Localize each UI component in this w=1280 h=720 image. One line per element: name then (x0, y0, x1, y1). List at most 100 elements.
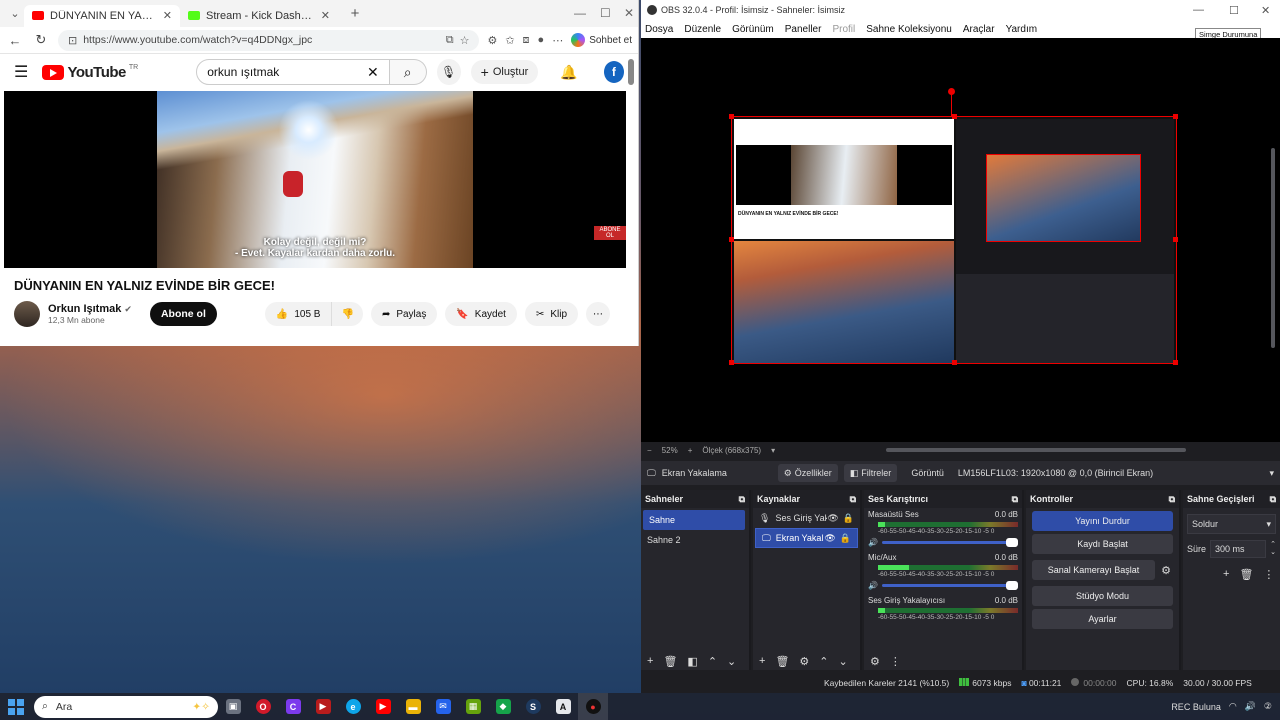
taskbar-app-edge[interactable]: e (338, 693, 368, 720)
minimize-icon[interactable]: — (1193, 4, 1204, 16)
taskbar-search[interactable]: ⌕ Ara ✦✧ (34, 695, 218, 718)
undock-icon[interactable]: ⧉ (739, 494, 745, 505)
obs-preview[interactable]: DÜNYANIN EN YALNIZ EVİNDE BİR GECE! (641, 38, 1280, 442)
taskbar-app-steam[interactable]: S (518, 693, 548, 720)
close-window-icon[interactable]: ✕ (624, 6, 634, 20)
lock-icon[interactable]: 🔒 (843, 513, 854, 524)
more-menu-icon[interactable]: ⋯ (552, 34, 563, 47)
back-icon[interactable]: ← (6, 33, 24, 48)
stop-stream-button[interactable]: Yayını Durdur (1032, 511, 1173, 531)
scene-item[interactable]: Sahne 2 (641, 530, 749, 550)
undock-icon[interactable]: ⧉ (1012, 494, 1018, 505)
display-select[interactable]: LM156LF1L03: 1920x1080 @ 0,0 (Birincil E… (951, 464, 1280, 482)
menu-view[interactable]: Görünüm (732, 24, 774, 35)
duration-input[interactable]: 300 ms (1210, 540, 1267, 558)
resize-handle[interactable] (952, 114, 957, 119)
properties-button[interactable]: ⚙ Özellikler (777, 464, 838, 482)
add-source-icon[interactable]: + (759, 655, 765, 667)
taskbar-app-capture[interactable]: A (548, 693, 578, 720)
tab-list-icon[interactable]: ⌄ (6, 5, 24, 23)
menu-file[interactable]: Dosya (645, 24, 673, 35)
move-up-icon[interactable]: ⌃ (708, 655, 717, 668)
subscribe-button[interactable]: Abone ol (149, 302, 217, 326)
start-button[interactable] (8, 698, 24, 715)
hamburger-menu-icon[interactable]: ☰ (14, 62, 32, 82)
taskbar-app-capcut[interactable]: ▶ (308, 693, 338, 720)
resize-handle[interactable] (952, 360, 957, 365)
taskbar-app-file-explorer[interactable]: ▬ (398, 693, 428, 720)
menu-docks[interactable]: Paneller (785, 24, 822, 35)
move-up-icon[interactable]: ⌃ (819, 655, 828, 668)
search-input[interactable]: orkun ışıtmak ✕ (196, 59, 390, 85)
resize-handle[interactable] (729, 360, 734, 365)
app-available-icon[interactable]: ⧉ (446, 34, 454, 47)
refresh-icon[interactable]: ↻ (32, 32, 50, 48)
save-button[interactable]: 🔖 Kaydet (445, 302, 517, 326)
tray-notification[interactable]: REC Buluna (1171, 702, 1221, 712)
scrollbar-thumb[interactable] (628, 59, 634, 85)
resize-handle[interactable] (729, 237, 734, 242)
notifications-bell-icon[interactable]: 🔔 (560, 64, 577, 81)
channel-avatar[interactable] (14, 301, 40, 327)
more-actions-button[interactable]: ⋯ (586, 302, 611, 326)
add-transition-icon[interactable]: + (1223, 568, 1229, 581)
url-field[interactable]: ⊡ https://www.youtube.com/watch?v=q4DDNg… (58, 29, 480, 51)
lock-icon[interactable]: 🔒 (840, 533, 851, 544)
channel-name[interactable]: Orkun Işıtmak ✔ (48, 303, 132, 315)
search-button[interactable]: ⌕ (389, 59, 427, 85)
undock-icon[interactable]: ⧉ (1270, 494, 1276, 505)
clip-button[interactable]: ✂ Klip (524, 302, 579, 326)
close-tab-icon[interactable]: ✕ (321, 9, 330, 22)
volume-icon[interactable]: 🔊 (1245, 701, 1256, 712)
avatar[interactable]: f (603, 61, 624, 83)
share-button[interactable]: ➦ Paylaş (370, 302, 438, 326)
preview-horizontal-scrollbar[interactable] (886, 448, 1186, 452)
duration-stepper-icon[interactable]: ⌃ ⌄ (1270, 541, 1276, 557)
create-button[interactable]: + Oluştur (470, 60, 539, 84)
resize-handle[interactable] (1173, 237, 1178, 242)
menu-edit[interactable]: Düzenle (684, 24, 721, 35)
preview-vertical-scrollbar[interactable] (1271, 148, 1275, 348)
source-item[interactable]: 🎙 Ses Giriş Yakı 👁 🔒 (753, 508, 860, 528)
page-scrollbar[interactable] (628, 55, 634, 340)
undock-icon[interactable]: ⧉ (1169, 494, 1175, 505)
clear-search-icon[interactable]: ✕ (367, 64, 379, 81)
browser-tab-youtube[interactable]: DÜNYANIN EN YALNIZ EVİNDE BİR ✕ (24, 4, 180, 27)
close-tab-icon[interactable]: ✕ (163, 9, 172, 22)
taskbar-app-youtube[interactable]: ▶ (368, 693, 398, 720)
video-player[interactable]: Kolay değil, değil mi? - Evet. Kayalar k… (4, 91, 626, 268)
add-scene-icon[interactable]: + (647, 655, 653, 667)
voice-search-button[interactable]: 🎙 (436, 59, 461, 85)
studio-mode-button[interactable]: Stüdyo Modu (1032, 586, 1173, 606)
move-down-icon[interactable]: ⌄ (727, 655, 736, 668)
zoom-out-icon[interactable]: − (647, 446, 652, 455)
resize-handle[interactable] (729, 114, 734, 119)
notification-count-icon[interactable]: ② (1264, 701, 1272, 712)
visibility-eye-icon[interactable]: 👁 (827, 513, 838, 524)
subscribe-overlay-badge[interactable]: ABONE OL (594, 226, 626, 240)
taskbar-app-minecraft[interactable]: ▦ (458, 693, 488, 720)
rotation-handle[interactable] (948, 88, 955, 116)
favorite-star-icon[interactable]: ☆ (460, 34, 470, 47)
start-recording-button[interactable]: Kaydı Başlat (1032, 534, 1173, 554)
taskbar-app-obs[interactable]: ● (578, 693, 608, 720)
resize-handle[interactable] (1173, 114, 1178, 119)
menu-help[interactable]: Yardım (1006, 24, 1038, 35)
like-button[interactable]: 👍 105 B (264, 302, 332, 326)
preview-source-screen-capture[interactable]: DÜNYANIN EN YALNIZ EVİNDE BİR GECE! (729, 114, 1178, 365)
resize-handle[interactable] (1173, 360, 1178, 365)
transition-select[interactable]: Soldur ▾ (1187, 514, 1276, 534)
wifi-icon[interactable]: ◠ (1229, 701, 1237, 712)
taskbar-app-copilot[interactable]: C (278, 693, 308, 720)
remove-scene-icon[interactable]: 🗑 (663, 655, 677, 668)
remove-source-icon[interactable]: 🗑 (775, 655, 789, 668)
new-tab-icon[interactable]: + (346, 5, 364, 23)
advanced-audio-icon[interactable]: ⚙ (870, 655, 880, 668)
dislike-button[interactable]: 👎 (331, 302, 363, 326)
taskbar-app-xbox[interactable]: ◆ (488, 693, 518, 720)
profile-icon[interactable]: ● (538, 34, 545, 46)
youtube-logo[interactable]: YouTube TR (42, 64, 138, 81)
menu-tools[interactable]: Araçlar (963, 24, 995, 35)
virtual-camera-settings-icon[interactable]: ⚙ (1157, 561, 1175, 579)
remove-transition-icon[interactable]: 🗑 (1239, 568, 1253, 581)
